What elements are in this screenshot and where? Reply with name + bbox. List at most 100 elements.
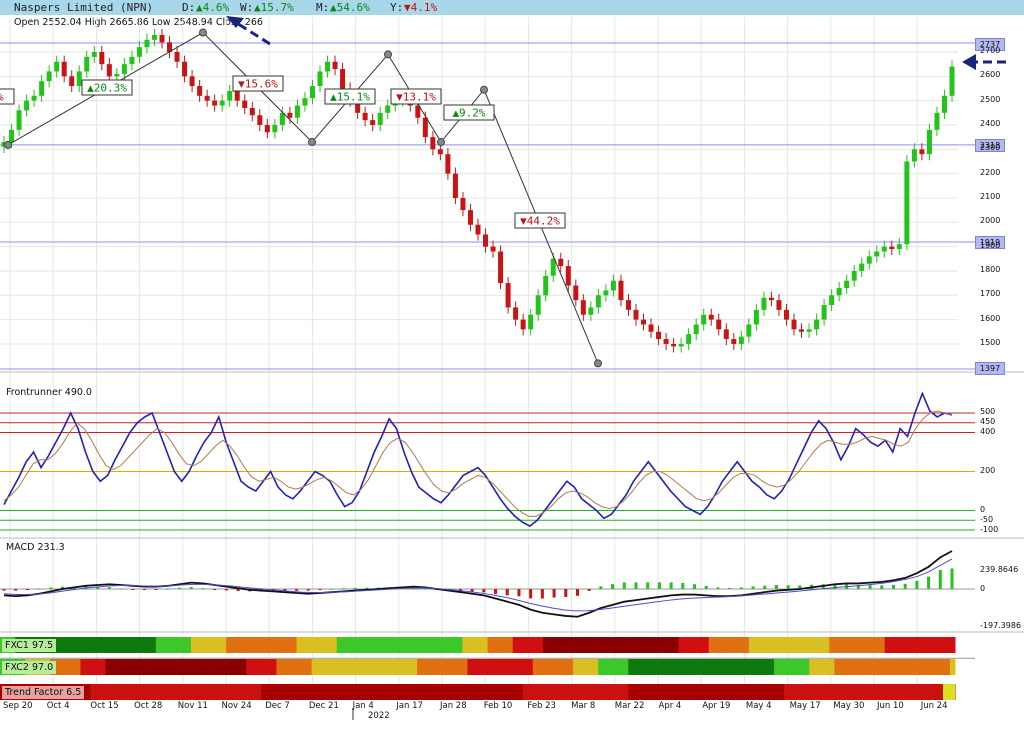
fr-tick-200: 200 <box>980 466 996 475</box>
candle <box>625 300 631 310</box>
fxc1-label: FXC1 97.5 <box>2 639 57 652</box>
heatmap-cell <box>864 637 871 653</box>
heatmap-cell <box>542 684 549 700</box>
heatmap-cell <box>387 684 393 700</box>
heatmap-cell <box>452 637 458 653</box>
macd-bar <box>341 588 345 590</box>
heatmap-cell <box>457 684 463 700</box>
heatmap-cell <box>919 684 926 700</box>
macd-bar <box>891 584 895 589</box>
heatmap-cell <box>331 659 338 675</box>
heatmap-cell <box>196 684 202 700</box>
heatmap-cell <box>552 637 559 653</box>
heatmap-cell <box>341 637 348 653</box>
heatmap-cell <box>809 684 815 700</box>
heatmap-cell <box>125 659 132 675</box>
heatmap-cell <box>859 659 866 675</box>
heatmap-cell <box>382 684 388 700</box>
heatmap-cell <box>819 637 825 653</box>
heatmap-cell <box>356 659 363 675</box>
heatmap-cell <box>60 637 66 653</box>
macd-bar <box>178 587 182 589</box>
heatmap-cell <box>723 659 730 675</box>
heatmap-cell <box>160 637 167 653</box>
macd-bar <box>529 589 533 599</box>
heatmap-cell <box>346 637 353 653</box>
heatmap-cell <box>879 659 886 675</box>
heatmap-cell <box>437 659 443 675</box>
swing-label-text: ▼44.2% <box>520 215 560 228</box>
candle <box>61 61 67 77</box>
heatmap-cell <box>864 659 871 675</box>
heatmap-cell <box>407 637 413 653</box>
heatmap-cell <box>296 659 303 675</box>
heatmap-cell <box>738 659 745 675</box>
heatmap-cell <box>522 637 529 653</box>
heatmap-cell <box>321 684 328 700</box>
candle <box>46 71 52 82</box>
heatmap-cell <box>256 684 262 700</box>
heatmap-cell <box>221 637 227 653</box>
heatmap-cell <box>949 659 956 675</box>
heatmap-cell <box>346 684 353 700</box>
candle <box>663 339 669 344</box>
candle <box>340 69 346 89</box>
swing-point <box>437 138 445 147</box>
heatmap-cell <box>75 659 81 675</box>
heatmap-cell <box>472 659 478 675</box>
heatmap-cell <box>829 659 835 675</box>
macd-bar <box>201 588 205 590</box>
candle <box>889 246 895 250</box>
price-tick: 1900 <box>980 240 1001 250</box>
heatmap-cell <box>909 637 916 653</box>
macd-bar <box>37 588 41 590</box>
heatmap-cell <box>60 659 66 675</box>
heatmap-cell <box>557 684 564 700</box>
heatmap-cell <box>799 684 805 700</box>
heatmap-cell <box>588 684 594 700</box>
heatmap-cell <box>422 684 428 700</box>
candle <box>528 314 534 330</box>
candle <box>498 251 504 284</box>
heatmap-cell <box>447 659 453 675</box>
heatmap-cell <box>633 659 639 675</box>
heatmap-cell <box>758 684 765 700</box>
candle <box>934 112 940 130</box>
candle <box>844 280 850 288</box>
date-tick: Sep 20 <box>3 701 33 711</box>
macd-bar <box>330 588 334 590</box>
heatmap-cell <box>185 684 192 700</box>
heatmap-cell <box>201 659 207 675</box>
candle <box>159 34 165 43</box>
candle <box>121 64 127 74</box>
heatmap-cell <box>824 659 830 675</box>
heatmap-cell <box>542 637 549 653</box>
candle <box>212 100 218 106</box>
heatmap-cell <box>658 684 664 700</box>
heatmap-cell <box>216 684 222 700</box>
candle <box>595 295 601 308</box>
candle <box>535 295 541 315</box>
heatmap-cell <box>608 637 614 653</box>
heatmap-cell <box>804 637 810 653</box>
candle <box>926 129 932 155</box>
heatmap-cell <box>834 659 840 675</box>
candle <box>573 285 579 301</box>
candle <box>580 300 586 315</box>
heatmap-cell <box>387 637 393 653</box>
candle <box>708 314 714 320</box>
heatmap-cell <box>688 684 695 700</box>
macd-bar <box>517 589 521 597</box>
heatmap-cell <box>834 684 840 700</box>
heatmap-cell <box>95 659 102 675</box>
heatmap-cell <box>552 684 559 700</box>
macd-bar <box>611 584 615 589</box>
heatmap-cell <box>613 637 619 653</box>
candle <box>249 107 255 116</box>
heatmap-cell <box>110 637 117 653</box>
heatmap-cell <box>407 659 413 675</box>
candle <box>513 307 519 320</box>
heatmap-cell <box>924 637 931 653</box>
candle <box>641 319 647 325</box>
candle <box>874 251 880 257</box>
